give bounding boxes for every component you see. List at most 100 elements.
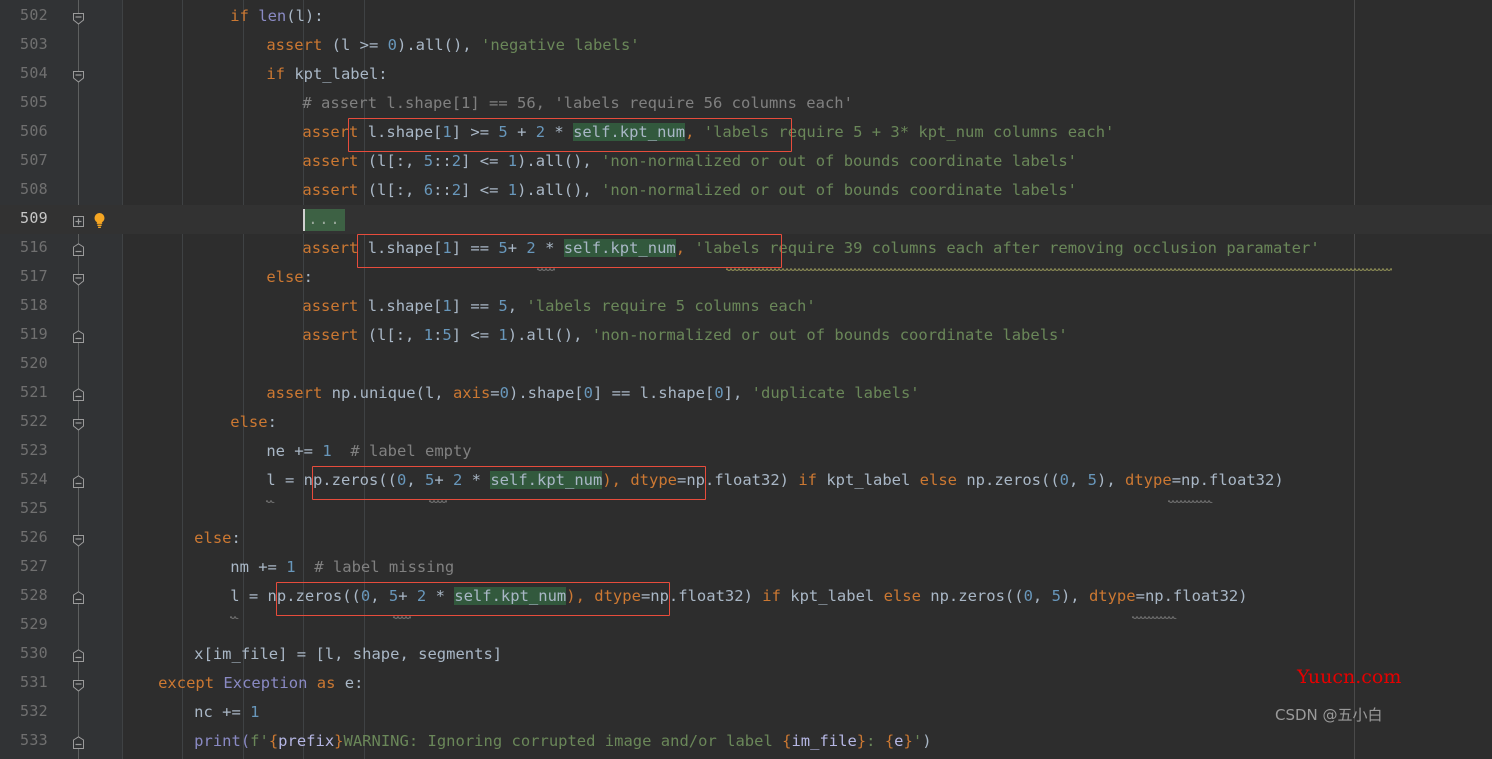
squiggly-underline [265, 489, 275, 504]
code-token: , [1032, 587, 1052, 605]
code-line-526[interactable]: else: [194, 524, 241, 553]
code-token: { [884, 732, 895, 750]
code-token: } [903, 732, 913, 750]
code-token: + [434, 471, 453, 489]
code-token: np.zeros(( [957, 471, 1060, 489]
code-token: self.kpt_num [454, 587, 567, 605]
code-text-layer[interactable]: if len(l): assert (l >= 0).all(), 'negati… [0, 0, 1370, 759]
code-line-524[interactable]: l = np.zeros((0, 5+ 2 * self.kpt_num), d… [266, 466, 1284, 495]
code-token: ] >= [451, 123, 499, 141]
code-token: : [433, 326, 443, 344]
code-token: prefix [278, 732, 335, 750]
code-token: ] == [451, 239, 499, 257]
code-token: + [507, 239, 527, 257]
code-line-507[interactable]: assert (l[:, 5::2] <= 1).all(), 'non-nor… [302, 147, 1077, 176]
code-token: : [267, 413, 277, 431]
code-token: im_file [791, 732, 857, 750]
code-line-504[interactable]: if kpt_label: [266, 60, 387, 89]
code-token: 1 [442, 123, 452, 141]
code-token: 0 [499, 384, 509, 402]
code-token: 2 [416, 587, 427, 605]
code-token: e: [335, 674, 364, 692]
code-token: 6 [423, 181, 434, 199]
code-line-506[interactable]: assert l.shape[1] >= 5 + 2 * self.kpt_nu… [302, 118, 1114, 147]
code-token: np.zeros(( [920, 587, 1024, 605]
code-line-530[interactable]: x[im_file] = [l, shape, segments] [194, 640, 502, 669]
squiggly-underline [536, 257, 558, 272]
code-token: ).all(), [396, 36, 481, 54]
code-token: l.shape[ [358, 297, 443, 315]
code-token: as [316, 674, 336, 692]
code-token: 1 [322, 442, 332, 460]
code-line-531[interactable]: except Exception as e: [158, 669, 363, 698]
code-token: + [507, 123, 536, 141]
code-token: self.kpt_num [490, 471, 603, 489]
code-token: 0 [1023, 587, 1033, 605]
code-token: x[im_file] = [l, shape, segments] [194, 645, 503, 663]
code-token: if [266, 65, 285, 83]
code-token: 5 [498, 239, 508, 257]
code-token: , [370, 587, 389, 605]
code-line-502[interactable]: if len(l): [230, 2, 323, 31]
code-token: assert [302, 326, 359, 344]
code-token: ), [602, 471, 621, 489]
code-line-521[interactable]: assert np.unique(l, axis=0).shape[0] == … [266, 379, 919, 408]
code-token: 5 [498, 297, 508, 315]
code-token: 1 [250, 703, 260, 721]
code-token: assert [302, 181, 359, 199]
code-line-508[interactable]: assert (l[:, 6::2] <= 1).all(), 'non-nor… [302, 176, 1077, 205]
code-token: else [919, 471, 957, 489]
code-token: dtype [594, 587, 641, 605]
code-line-532[interactable]: nc += 1 [194, 698, 259, 727]
code-token: ] == [451, 297, 499, 315]
code-token: (l[:, [358, 326, 424, 344]
code-token: else [230, 413, 268, 431]
code-line-519[interactable]: assert (l[:, 1:5] <= 1).all(), 'non-norm… [302, 321, 1067, 350]
code-token: 'negative labels' [480, 36, 640, 54]
code-token: 5 [423, 152, 434, 170]
code-token: + [398, 587, 417, 605]
code-token: e [894, 732, 904, 750]
code-token: assert [302, 239, 359, 257]
code-token: } [334, 732, 344, 750]
code-editor[interactable]: 502 503 504 505 506 507 508 509 516 517 518 519 520 5… [0, 0, 1492, 759]
code-token: 2 [535, 123, 546, 141]
code-line-503[interactable]: assert (l >= 0).all(), 'negative labels' [266, 31, 639, 60]
code-token: self.kpt_num [573, 123, 686, 141]
code-token: else [883, 587, 921, 605]
code-token: (l[:, [358, 181, 424, 199]
code-token: assert [266, 384, 323, 402]
watermark-site: Yuucn.com [1297, 666, 1402, 688]
code-token: # label empty [350, 442, 472, 460]
code-token: ) [922, 732, 932, 750]
code-line-528[interactable]: l = np.zeros((0, 5+ 2 * self.kpt_num), d… [230, 582, 1248, 611]
code-token: 'non-normalized or out of bounds coordin… [591, 326, 1068, 344]
code-token: 5 [442, 326, 452, 344]
code-token: (l) [286, 7, 315, 25]
code-token: ] <= [451, 326, 499, 344]
code-token: } [856, 732, 867, 750]
squiggly-underline [428, 489, 450, 504]
code-line-527[interactable]: nm += 1 # label missing [230, 553, 454, 582]
code-token: 2 [451, 181, 462, 199]
code-token: assert [302, 123, 359, 141]
code-line-533[interactable]: print(f'{prefix}WARNING: Ignoring corrup… [194, 727, 931, 756]
code-token: ), [1060, 587, 1089, 605]
code-token: 0 [396, 471, 407, 489]
code-token: 1 [507, 181, 518, 199]
code-line-505[interactable]: # assert l.shape[1] == 56, 'labels requi… [302, 89, 853, 118]
code-token: if [230, 7, 249, 25]
code-line-517[interactable]: else: [266, 263, 313, 292]
code-line-522[interactable]: else: [230, 408, 277, 437]
code-token: , [507, 297, 527, 315]
code-line-523[interactable]: ne += 1 # label empty [266, 437, 471, 466]
code-token: * [545, 123, 574, 141]
folded-code-placeholder[interactable]: ... [305, 209, 346, 231]
code-token: assert [266, 36, 323, 54]
code-token: kpt_label: [284, 65, 388, 83]
code-line-518[interactable]: assert l.shape[1] == 5, 'labels require … [302, 292, 815, 321]
code-token: 1 [442, 297, 452, 315]
code-token: 'labels require 39 columns each after re… [694, 239, 1320, 257]
squiggly-underline [392, 605, 414, 620]
